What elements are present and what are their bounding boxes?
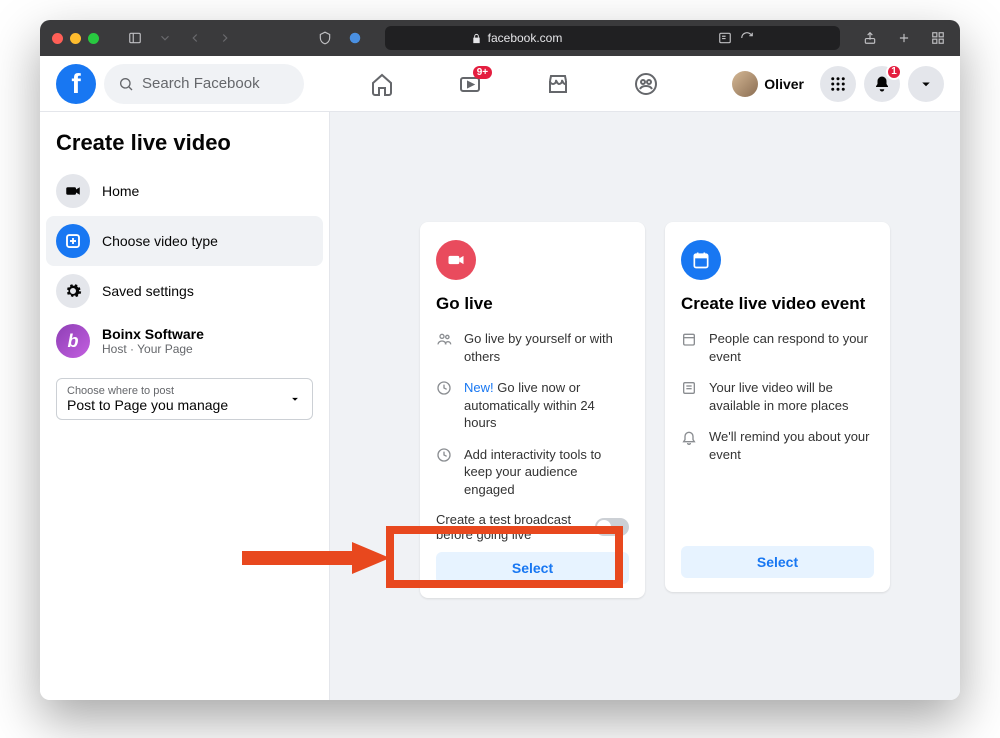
bullet-text: We'll remind you about your event: [709, 428, 874, 463]
select-go-live-button[interactable]: Select: [436, 552, 629, 584]
account-menu-button[interactable]: [908, 66, 944, 102]
sidebar-item-home[interactable]: Home: [46, 166, 323, 216]
bullet-item: Go live by yourself or with others: [436, 330, 629, 365]
bullet-text: People can respond to your event: [709, 330, 874, 365]
minimize-window-icon[interactable]: [70, 33, 81, 44]
select-event-button[interactable]: Select: [681, 546, 874, 578]
sidebar-item-saved-settings[interactable]: Saved settings: [46, 266, 323, 316]
go-live-icon: [436, 240, 476, 280]
calendar-icon: [681, 240, 721, 280]
sidebar-item-label: Choose video type: [102, 233, 218, 249]
user-chip[interactable]: Oliver: [724, 67, 812, 101]
facebook-header: f Search Facebook 9+ Oliver: [40, 56, 960, 112]
share-icon[interactable]: [860, 28, 880, 48]
grid-icon: [829, 75, 847, 93]
bullet-item: We'll remind you about your event: [681, 428, 874, 463]
back-icon[interactable]: [185, 28, 205, 48]
search-input[interactable]: Search Facebook: [104, 64, 304, 104]
page-avatar-icon: b: [56, 324, 90, 358]
page-name: Boinx Software: [102, 326, 204, 342]
feed-icon: [681, 379, 699, 414]
nav-watch-icon[interactable]: 9+: [456, 70, 484, 98]
bullet-text: Add interactivity tools to keep your aud…: [464, 446, 629, 499]
bullet-item: Add interactivity tools to keep your aud…: [436, 446, 629, 499]
sidebar-item-label: Home: [102, 183, 139, 199]
shield-icon[interactable]: [315, 28, 335, 48]
reload-icon[interactable]: [740, 31, 754, 45]
sidebar-item-choose-video-type[interactable]: Choose video type: [46, 216, 323, 266]
reader-icon[interactable]: [718, 31, 732, 45]
card-title: Create live video event: [681, 294, 874, 314]
nav-groups-icon[interactable]: [632, 70, 660, 98]
search-placeholder: Search Facebook: [142, 75, 260, 92]
nav-home-icon[interactable]: [368, 70, 396, 98]
nav-marketplace-icon[interactable]: [544, 70, 572, 98]
bullet-text: Your live video will be available in mor…: [709, 379, 874, 414]
bullet-item: People can respond to your event: [681, 330, 874, 365]
sidebar: Create live video Home Choose video type…: [40, 112, 330, 700]
gear-icon: [56, 274, 90, 308]
close-window-icon[interactable]: [52, 33, 63, 44]
post-destination-value: Post to Page you manage: [67, 397, 228, 413]
plus-square-icon: [56, 224, 90, 258]
search-icon: [118, 76, 134, 92]
bullet-item: Your live video will be available in mor…: [681, 379, 874, 414]
user-name: Oliver: [764, 76, 804, 92]
test-broadcast-toggle[interactable]: [595, 518, 629, 536]
center-nav: 9+: [304, 70, 724, 98]
maximize-window-icon[interactable]: [88, 33, 99, 44]
test-broadcast-label: Create a test broadcast before going liv…: [436, 512, 585, 542]
new-tab-icon[interactable]: [894, 28, 914, 48]
avatar-icon: [732, 71, 758, 97]
url-host: facebook.com: [488, 31, 563, 45]
new-tag: New!: [464, 380, 494, 395]
calendar-icon: [681, 330, 699, 365]
post-destination-select[interactable]: Choose where to post Post to Page you ma…: [56, 378, 313, 420]
caret-down-icon: [288, 392, 302, 406]
clock-icon: [436, 446, 454, 499]
notifications-button[interactable]: 1: [864, 66, 900, 102]
browser-chrome: facebook.com: [40, 20, 960, 56]
people-icon: [436, 330, 454, 365]
bullet-text: New! Go live now or automatically within…: [464, 379, 629, 432]
card-live-event: Create live video event People can respo…: [665, 222, 890, 592]
header-right-cluster: Oliver 1: [724, 66, 944, 102]
menu-grid-button[interactable]: [820, 66, 856, 102]
lock-icon: [471, 33, 482, 44]
main-content: Go live Go live by yourself or with othe…: [330, 112, 960, 700]
notifications-badge: 1: [886, 64, 902, 80]
card-go-live: Go live Go live by yourself or with othe…: [420, 222, 645, 598]
chevron-down-icon[interactable]: [155, 28, 175, 48]
extension-icon[interactable]: [345, 28, 365, 48]
bullet-text: Go live by yourself or with others: [464, 330, 629, 365]
test-broadcast-row: Create a test broadcast before going liv…: [436, 512, 629, 542]
bullet-item: New! Go live now or automatically within…: [436, 379, 629, 432]
bell-icon: [681, 428, 699, 463]
card-title: Go live: [436, 294, 629, 314]
tabs-overview-icon[interactable]: [928, 28, 948, 48]
caret-down-icon: [917, 75, 935, 93]
page-identity[interactable]: b Boinx Software Host · Your Page: [46, 316, 323, 366]
sidebar-item-label: Saved settings: [102, 283, 194, 299]
post-destination-label: Choose where to post: [67, 385, 228, 397]
browser-window: facebook.com f Search Facebook: [40, 20, 960, 700]
page-subtitle: Host · Your Page: [102, 342, 204, 356]
camera-icon: [56, 174, 90, 208]
sidebar-toggle-icon[interactable]: [125, 28, 145, 48]
forward-icon[interactable]: [215, 28, 235, 48]
watch-badge: 9+: [473, 66, 492, 79]
traffic-lights[interactable]: [52, 33, 99, 44]
facebook-logo-icon[interactable]: f: [56, 64, 96, 104]
url-bar[interactable]: facebook.com: [385, 26, 840, 50]
page-title: Create live video: [46, 124, 323, 166]
clock-icon: [436, 379, 454, 432]
